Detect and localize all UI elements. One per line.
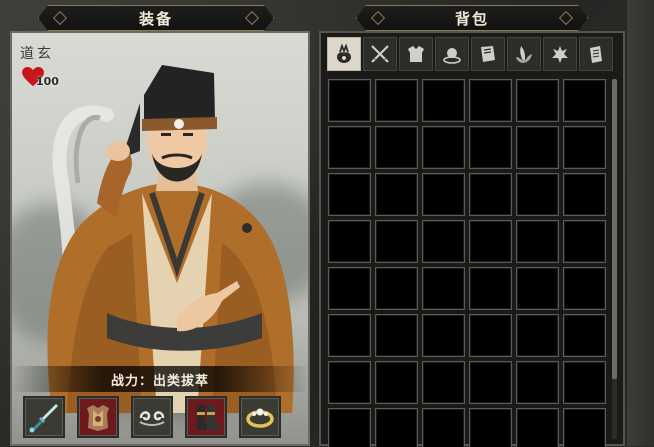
plate-ornament-left (371, 11, 385, 25)
inventory-slot[interactable] (375, 408, 418, 447)
inventory-slot[interactable] (516, 361, 559, 404)
herb-icon (516, 46, 532, 63)
bag-grid (328, 79, 608, 447)
tab-armor[interactable] (399, 37, 433, 71)
inventory-slot[interactable] (563, 173, 606, 216)
book-icon (481, 46, 495, 62)
inventory-slot[interactable] (328, 220, 371, 263)
tab-herbs[interactable] (507, 37, 541, 71)
material-icon (552, 46, 568, 63)
inventory-slot[interactable] (422, 126, 465, 169)
bag-panel (319, 31, 625, 447)
inventory-slot[interactable] (516, 220, 559, 263)
equip-slot-ring[interactable] (239, 396, 281, 438)
inventory-slot[interactable] (469, 173, 512, 216)
misc-icon (590, 46, 602, 63)
all-items-icon (337, 43, 351, 63)
inventory-slot[interactable] (375, 79, 418, 122)
inventory-slot[interactable] (563, 79, 606, 122)
inventory-slot[interactable] (328, 361, 371, 404)
plate-ornament-left (53, 11, 67, 25)
tab-materials[interactable] (543, 37, 577, 71)
inventory-slot[interactable] (469, 408, 512, 447)
pill-icon (443, 48, 461, 64)
equip-slot-accessory[interactable] (131, 396, 173, 438)
inventory-slot[interactable] (375, 173, 418, 216)
equipment-slots (23, 396, 303, 440)
inventory-slot[interactable] (516, 173, 559, 216)
inventory-slot[interactable] (422, 267, 465, 310)
inventory-slot[interactable] (375, 267, 418, 310)
bag-category-tabs (327, 37, 617, 73)
tab-pills[interactable] (435, 37, 469, 71)
inventory-slot[interactable] (328, 126, 371, 169)
right-edge-strip (627, 0, 654, 446)
sword-icon (29, 404, 58, 433)
plate-ornament-right (245, 11, 259, 25)
armor-tab-icon (408, 46, 424, 62)
inventory-slot[interactable] (563, 314, 606, 357)
equip-slot-sword[interactable] (23, 396, 65, 438)
armor-icon (87, 405, 109, 431)
equipment-title-plate: 装备 (38, 5, 274, 31)
inventory-slot[interactable] (375, 314, 418, 357)
tab-books[interactable] (471, 37, 505, 71)
equipment-title: 装备 (138, 9, 173, 28)
inventory-slot[interactable] (469, 126, 512, 169)
equip-slot-armor[interactable] (77, 396, 119, 438)
inventory-slot[interactable] (328, 173, 371, 216)
hp-indicator: 100 (22, 67, 59, 91)
combat-power-label: 战力：出类拔萃 (110, 373, 209, 389)
tab-misc[interactable] (579, 37, 613, 71)
inventory-slot[interactable] (328, 408, 371, 447)
hp-value: 100 (36, 75, 59, 88)
tab-weapons[interactable] (363, 37, 397, 71)
inventory-slot[interactable] (328, 79, 371, 122)
inventory-slot[interactable] (469, 220, 512, 263)
inventory-slot[interactable] (422, 173, 465, 216)
inventory-slot[interactable] (375, 220, 418, 263)
boots-icon (197, 405, 219, 430)
inventory-slot[interactable] (422, 408, 465, 447)
bag-scroll-thumb[interactable] (612, 79, 617, 379)
inventory-slot[interactable] (422, 361, 465, 404)
inventory-slot[interactable] (328, 267, 371, 310)
inventory-slot[interactable] (563, 408, 606, 447)
inventory-slot[interactable] (469, 267, 512, 310)
inventory-slot[interactable] (328, 314, 371, 357)
ring-icon (246, 408, 274, 428)
inventory-slot[interactable] (563, 267, 606, 310)
inventory-slot[interactable] (516, 267, 559, 310)
bag-title-plate: 背包 (356, 5, 588, 31)
bag-scrollbar[interactable] (612, 79, 617, 439)
inventory-slot[interactable] (469, 361, 512, 404)
inventory-slot[interactable] (516, 314, 559, 357)
plate-ornament-right (559, 11, 573, 25)
inventory-slot[interactable] (469, 314, 512, 357)
equipment-panel: 道玄 100 战力：出类拔萃 (10, 31, 310, 446)
inventory-slot[interactable] (422, 79, 465, 122)
inventory-slot[interactable] (563, 126, 606, 169)
combat-power-bar: 战力：出类拔萃 (12, 366, 308, 392)
inventory-slot[interactable] (469, 79, 512, 122)
inventory-slot[interactable] (563, 361, 606, 404)
inventory-slot[interactable] (375, 126, 418, 169)
tab-all[interactable] (327, 37, 361, 71)
inventory-slot[interactable] (516, 79, 559, 122)
inventory-slot[interactable] (422, 220, 465, 263)
character-portrait (47, 65, 294, 413)
equip-slot-boots[interactable] (185, 396, 227, 438)
inventory-slot[interactable] (422, 314, 465, 357)
swirl-ornament-icon (139, 411, 165, 426)
bag-title: 背包 (454, 9, 489, 28)
inventory-slot[interactable] (563, 220, 606, 263)
inventory-slot[interactable] (516, 126, 559, 169)
character-name: 道玄 (20, 46, 54, 62)
inventory-slot[interactable] (516, 408, 559, 447)
weapons-icon (371, 45, 389, 63)
inventory-slot[interactable] (375, 361, 418, 404)
